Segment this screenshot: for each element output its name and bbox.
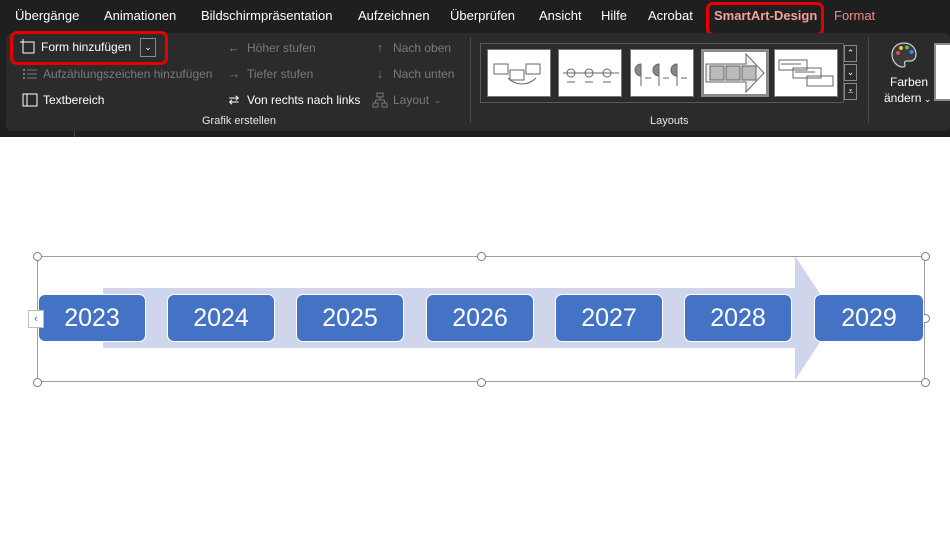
timeline-year-box[interactable]: 2028 bbox=[684, 294, 792, 342]
resize-handle-nw[interactable] bbox=[33, 252, 42, 261]
timeline-year-box[interactable]: 2026 bbox=[426, 294, 534, 342]
resize-handle-se[interactable] bbox=[921, 378, 930, 387]
resize-handle-n[interactable] bbox=[477, 252, 486, 261]
timeline-year-box[interactable]: 2024 bbox=[167, 294, 275, 342]
timeline-year-box[interactable]: 2029 bbox=[814, 294, 924, 342]
timeline-year-box[interactable]: 2027 bbox=[555, 294, 663, 342]
timeline-year-box[interactable]: 2023 bbox=[38, 294, 146, 342]
timeline-year-box[interactable]: 2025 bbox=[296, 294, 404, 342]
text-pane-toggle[interactable]: ‹ bbox=[28, 310, 44, 328]
resize-handle-s[interactable] bbox=[477, 378, 486, 387]
resize-handle-ne[interactable] bbox=[921, 252, 930, 261]
resize-handle-sw[interactable] bbox=[33, 378, 42, 387]
chevron-left-icon: ‹ bbox=[34, 313, 38, 325]
